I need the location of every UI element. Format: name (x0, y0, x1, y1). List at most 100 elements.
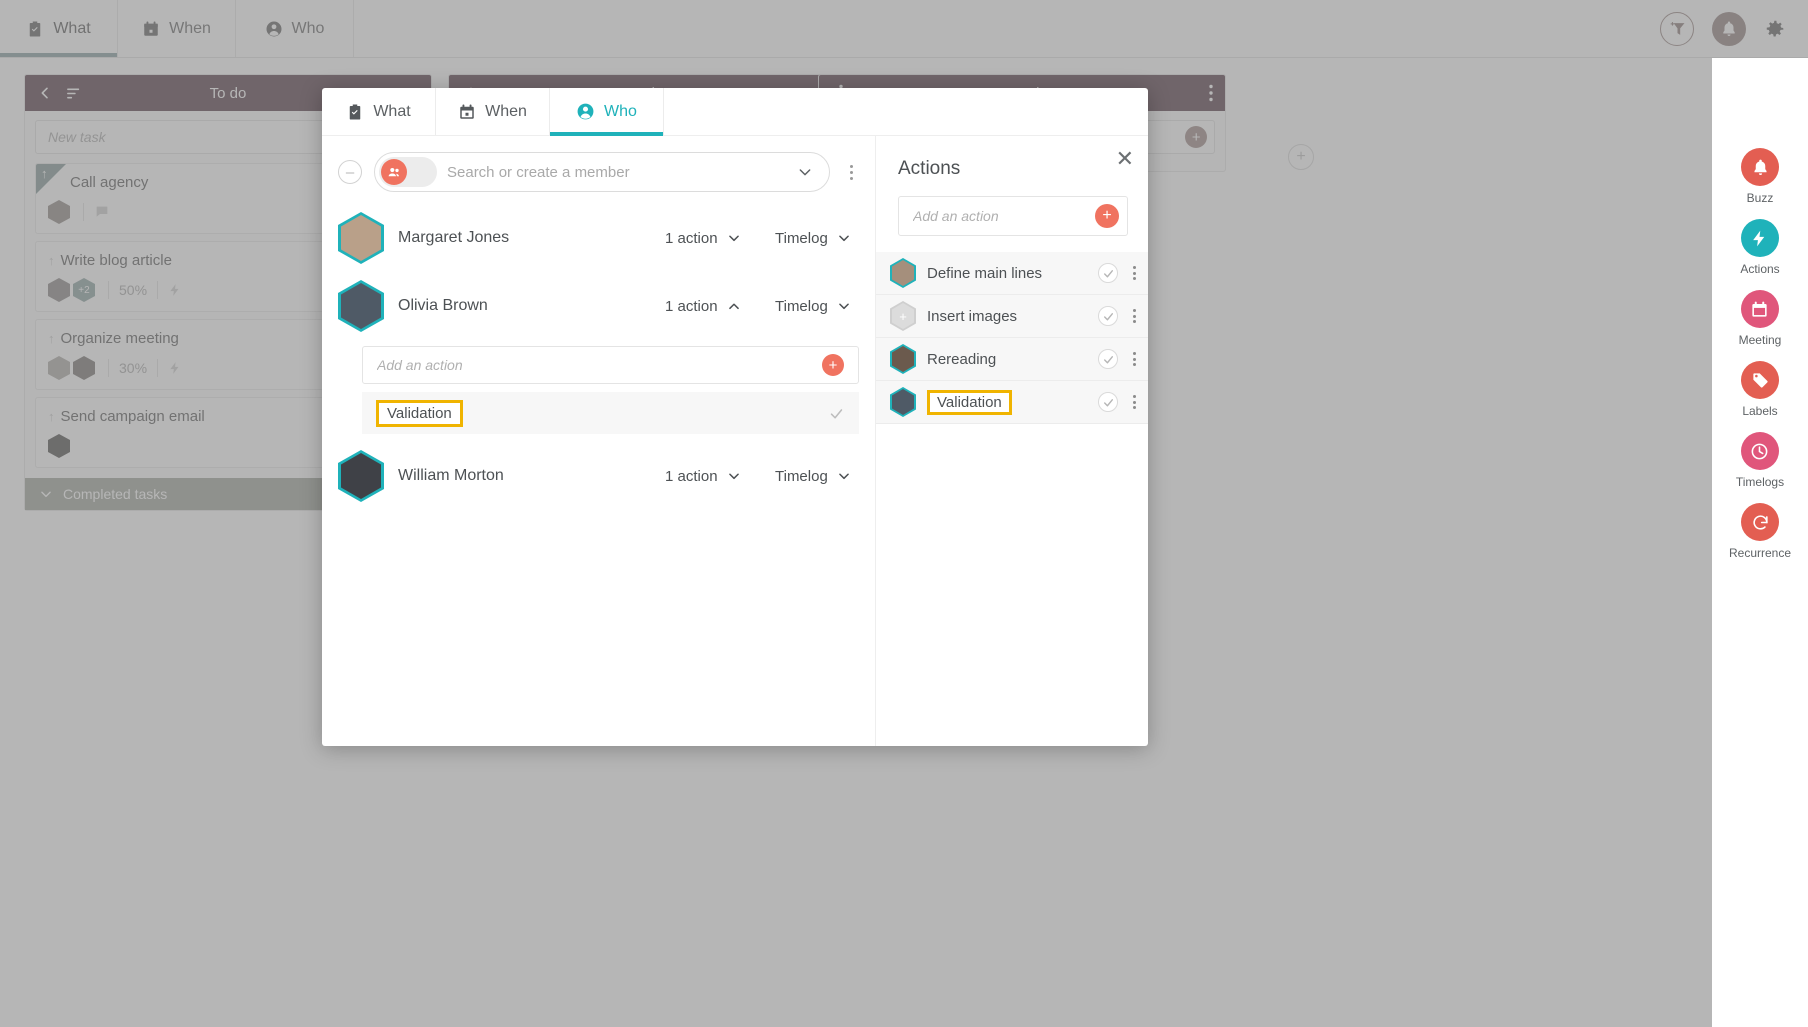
sidebar-item-meeting[interactable]: Meeting (1738, 290, 1782, 347)
member-search-box[interactable] (374, 152, 830, 192)
avatar (890, 387, 916, 417)
action-check-icon[interactable] (1098, 263, 1118, 283)
member-timelog-toggle[interactable]: Timelog (775, 298, 859, 315)
minus-circle-icon[interactable]: – (338, 160, 362, 184)
member-timelog-label: Timelog (775, 297, 828, 315)
sidebar-label-timelogs: Timelogs (1735, 475, 1785, 489)
top-tab-what[interactable]: What (0, 0, 118, 57)
member-timelog-toggle[interactable]: Timelog (775, 468, 859, 485)
add-task-icon[interactable]: + (1185, 126, 1207, 148)
top-tab-who[interactable]: Who (236, 0, 354, 57)
task-progress: 50% (119, 282, 148, 298)
modal-body: – Search or create a member Margaret Jon… (322, 136, 1148, 746)
settings-button[interactable] (1764, 18, 1786, 40)
member-sub-action-row[interactable]: Validation (362, 392, 859, 434)
sidebar-item-recurrence[interactable]: Recurrence (1729, 503, 1791, 560)
clipboard-check-icon (346, 103, 364, 121)
chevron-down-icon[interactable] (787, 164, 823, 180)
member-add-action-row[interactable]: + (362, 346, 859, 384)
avatar (48, 200, 70, 224)
close-icon[interactable]: ✕ (1116, 148, 1134, 170)
add-filter-button[interactable] (1660, 11, 1694, 46)
tag-icon (1741, 361, 1779, 399)
add-action-icon[interactable]: + (1095, 204, 1119, 228)
tab-what[interactable]: What (322, 88, 436, 135)
actions-panel: ✕ Actions + Define main lines (876, 136, 1148, 746)
action-menu-icon[interactable] (1129, 307, 1136, 326)
sidebar-item-labels[interactable]: Labels (1741, 361, 1779, 418)
sub-action-check-icon[interactable] (828, 405, 845, 422)
avatar-overflow-badge: +2 (73, 278, 95, 302)
sort-icon[interactable] (65, 85, 82, 102)
add-action-input[interactable] (377, 357, 822, 373)
add-action-icon[interactable]: + (822, 354, 844, 376)
member-type-toggle[interactable] (379, 157, 437, 187)
action-check-icon[interactable] (1098, 306, 1118, 326)
top-tab-when[interactable]: When (118, 0, 236, 57)
actions-list: Define main lines + Insert images Reread… (876, 252, 1148, 424)
member-list: Margaret Jones 1 action Timelog Olivia B… (322, 204, 875, 746)
avatar-image (892, 389, 914, 415)
sidebar-item-buzz[interactable]: Buzz (1741, 148, 1779, 205)
member-timelog-toggle[interactable]: Timelog (775, 230, 859, 247)
avatar-image (892, 260, 914, 286)
action-label: Rereading (927, 350, 997, 368)
avatar (890, 258, 916, 288)
top-bar-spacer (354, 0, 1660, 57)
tab-when[interactable]: When (436, 88, 550, 135)
member-actions-toggle[interactable]: 1 action (665, 468, 761, 485)
search-input[interactable] (447, 163, 777, 181)
sidebar-item-actions[interactable]: Actions (1740, 219, 1780, 276)
chevron-up-icon (727, 299, 741, 313)
sidebar-label-meeting: Meeting (1738, 333, 1782, 347)
member-row[interactable]: Olivia Brown 1 action Timelog (322, 272, 875, 340)
people-icon (381, 159, 407, 185)
lightning-icon (168, 282, 182, 298)
action-row[interactable]: Define main lines (876, 252, 1148, 295)
avatar (338, 280, 384, 332)
avatar (48, 356, 70, 380)
avatar (48, 434, 70, 458)
top-tab-what-label: What (53, 19, 91, 37)
member-actions-count: 1 action (665, 467, 718, 485)
clock-icon (1740, 432, 1779, 470)
action-menu-icon[interactable] (1129, 264, 1136, 283)
lightning-icon (1740, 219, 1779, 257)
member-actions-toggle[interactable]: 1 action (665, 298, 761, 315)
member-row[interactable]: Margaret Jones 1 action Timelog (322, 204, 875, 272)
chevron-down-icon (837, 469, 851, 483)
action-row[interactable]: Rereading (876, 338, 1148, 381)
add-avatar-icon[interactable]: + (890, 301, 916, 331)
action-check-icon[interactable] (1098, 392, 1118, 412)
actions-panel-add-row[interactable]: + (898, 196, 1128, 236)
calendar-icon (458, 103, 476, 121)
back-chevron-icon[interactable] (37, 85, 53, 101)
action-row[interactable]: + Insert images (876, 295, 1148, 338)
tab-who[interactable]: Who (550, 88, 664, 136)
action-menu-icon[interactable] (1129, 393, 1136, 412)
sidebar-item-timelogs[interactable]: Timelogs (1736, 432, 1784, 489)
actions-panel-add-input[interactable] (913, 208, 1095, 224)
chevron-down-icon (39, 487, 53, 501)
divider (157, 281, 159, 299)
action-row[interactable]: Validation (876, 381, 1148, 424)
kebab-menu-icon[interactable] (842, 162, 861, 183)
completed-tasks-label: Completed tasks (63, 486, 168, 502)
action-check-icon[interactable] (1098, 349, 1118, 369)
column-menu-icon[interactable] (1209, 84, 1213, 102)
member-actions-toggle[interactable]: 1 action (665, 230, 761, 247)
action-menu-icon[interactable] (1129, 350, 1136, 369)
calendar-icon (1740, 290, 1779, 328)
avatar-image (341, 215, 381, 261)
comment-icon (94, 204, 110, 220)
person-circle-icon (265, 20, 283, 38)
member-row[interactable]: William Morton 1 action Timelog (322, 442, 875, 510)
notifications-button[interactable] (1712, 11, 1746, 46)
member-timelog-label: Timelog (775, 467, 828, 485)
action-label: Insert images (927, 307, 1018, 325)
avatar-image (892, 346, 914, 372)
action-label: Validation (927, 389, 1012, 415)
calendar-icon (142, 20, 160, 38)
add-column-button-2[interactable]: + (1288, 144, 1314, 170)
chevron-down-icon (837, 299, 851, 313)
